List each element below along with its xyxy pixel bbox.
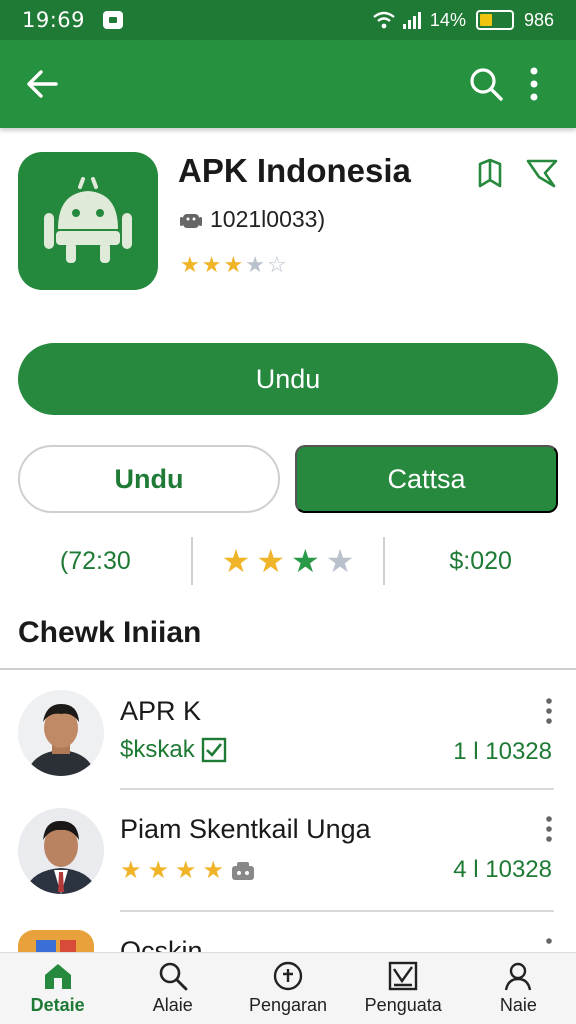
app-header: APK Indonesia 1021l0033) ★ ★ ★ ★ ☆	[18, 152, 558, 292]
star-icon: ★	[221, 543, 251, 579]
back-arrow-icon	[27, 70, 58, 98]
nav-label: Detaie	[30, 995, 85, 1015]
nav-label: Naie	[499, 995, 537, 1015]
status-bar: 19:69 14% 986	[0, 0, 576, 40]
robot-icon	[232, 861, 255, 880]
stat-left: (72:30	[59, 546, 131, 575]
nav-item-detaie[interactable]: Detaie	[0, 953, 115, 1024]
status-time: 19:69	[22, 8, 86, 32]
signal-text: 986	[523, 9, 554, 30]
chart-box-icon	[389, 961, 418, 991]
list-item-sub-text: $kskak	[120, 736, 195, 763]
avatar	[18, 808, 104, 894]
star-icon: ★	[147, 857, 170, 884]
list-item-rating: ★ ★ ★ ★	[120, 856, 256, 885]
list-item-name: APR K	[120, 696, 202, 726]
nav-item-pengaran[interactable]: Pengaran	[230, 953, 345, 1024]
star-icon: ★	[223, 252, 244, 277]
list-item-count: 4 l 10328	[453, 856, 552, 883]
more-vertical-icon	[530, 67, 538, 101]
star-icon: ★	[175, 857, 197, 884]
status-indicators: 14% 986	[372, 10, 554, 31]
list-item[interactable]: Piam Skentkail Unga ★ ★ ★ ★ 4 l 10328	[0, 798, 576, 916]
signal-icon	[402, 12, 421, 29]
battery-icon	[475, 10, 514, 30]
star-icon: ★	[180, 252, 200, 277]
stat-right: $:020	[449, 546, 512, 575]
nav-item-penguata[interactable]: Penguata	[346, 953, 461, 1024]
list-item-count: 1 l 10328	[453, 738, 552, 765]
avatar	[18, 690, 104, 776]
star-icon: ★	[291, 543, 320, 579]
info-circle-icon	[273, 961, 303, 991]
stats-row: (72:30 ★ ★ ★ ★ $:020	[0, 536, 576, 586]
star-icon: ★	[325, 543, 355, 579]
list-item[interactable]: APR K $kskak 1 l 10328	[0, 680, 576, 798]
app-meta: 1021l0033)	[180, 206, 325, 233]
search-icon	[159, 962, 188, 991]
bookmark-icon[interactable]	[476, 158, 504, 188]
profile-icon	[505, 962, 532, 991]
stat-rating: ★ ★ ★ ★	[193, 542, 384, 580]
more-vertical-icon[interactable]	[544, 698, 554, 724]
search-icon	[470, 68, 503, 101]
more-options-button[interactable]	[510, 60, 558, 108]
app-rating: ★ ★ ★ ★ ☆	[180, 252, 287, 278]
star-icon: ★	[256, 543, 285, 579]
star-icon: ★	[202, 857, 225, 884]
nav-label: Pengaran	[248, 995, 328, 1015]
wifi-icon	[373, 11, 395, 29]
download-outline-button[interactable]: Undu	[18, 445, 280, 513]
android-icon	[180, 213, 202, 228]
search-button[interactable]	[462, 60, 510, 108]
star-icon: ★	[245, 252, 265, 277]
home-icon	[44, 964, 71, 989]
nav-label: Penguata	[364, 995, 442, 1015]
divider	[120, 788, 554, 790]
list-item-name: Piam Skentkail Unga	[120, 814, 371, 844]
app-version: 1021l0033)	[210, 206, 326, 232]
header-actions	[476, 158, 558, 188]
star-icon: ★	[201, 252, 222, 277]
back-button[interactable]	[18, 60, 66, 108]
checkbox-checked-icon[interactable]	[201, 737, 227, 763]
notification-icon	[103, 11, 124, 29]
divider	[120, 910, 554, 912]
nav-label: Alaie	[152, 995, 193, 1015]
nav-item-naie[interactable]: Naie	[461, 953, 576, 1024]
divider	[0, 668, 576, 670]
app-logo-icon	[18, 152, 158, 290]
section-title: Chewk Iniian	[18, 616, 202, 649]
list-item-sub: $kskak	[120, 736, 227, 764]
download-button[interactable]: Undu	[18, 343, 558, 415]
cattsa-button[interactable]: Cattsa	[295, 445, 558, 513]
app-bar	[0, 40, 576, 128]
app-title: APK Indonesia	[178, 152, 411, 189]
share-icon[interactable]	[526, 158, 558, 188]
star-outline-icon: ☆	[266, 252, 287, 277]
more-vertical-icon[interactable]	[544, 816, 554, 842]
bottom-navigation: Detaie Alaie Pengaran Penguata Naie	[0, 952, 576, 1024]
battery-percent: 14%	[429, 9, 466, 30]
nav-item-alaie[interactable]: Alaie	[115, 953, 230, 1024]
star-icon: ★	[120, 857, 142, 884]
